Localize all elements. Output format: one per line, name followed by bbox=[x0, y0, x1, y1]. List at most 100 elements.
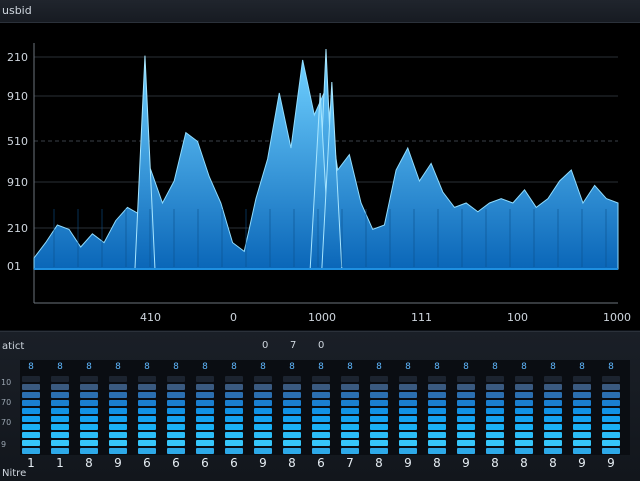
meter-channel-top-label: 8 bbox=[86, 362, 92, 372]
meter-segment bbox=[399, 432, 417, 438]
meter-segment bbox=[428, 432, 446, 438]
meter-segment bbox=[138, 448, 156, 454]
meter-segment bbox=[399, 424, 417, 430]
meter-segment bbox=[515, 392, 533, 398]
y-tick-label: 510 bbox=[7, 135, 28, 148]
meter-segment bbox=[167, 448, 185, 454]
meter-segment bbox=[399, 376, 417, 382]
title-bar: usbid bbox=[0, 0, 640, 23]
meter-channel-top-label: 8 bbox=[608, 362, 614, 372]
meter-channel-bottom-label: 8 bbox=[549, 456, 557, 470]
meter-segment bbox=[486, 392, 504, 398]
meter-segment bbox=[486, 448, 504, 454]
meter-segment bbox=[225, 408, 243, 414]
meter-channel-top-label: 8 bbox=[434, 362, 440, 372]
meter-segment bbox=[80, 424, 98, 430]
meter-segment bbox=[312, 408, 330, 414]
meter-segment bbox=[370, 448, 388, 454]
meter-segment bbox=[225, 424, 243, 430]
meter-channel-top-label: 8 bbox=[115, 362, 121, 372]
meter-top-number-2: 0 bbox=[318, 340, 325, 351]
meter-channel-bottom-label: 8 bbox=[85, 456, 93, 470]
meter-segment bbox=[51, 416, 69, 422]
meter-segment bbox=[225, 440, 243, 446]
meter-segment bbox=[254, 392, 272, 398]
meter-segment bbox=[22, 424, 40, 430]
meter-channel-bottom-label: 9 bbox=[259, 456, 267, 470]
meter-segment bbox=[283, 424, 301, 430]
meter-segment bbox=[196, 400, 214, 406]
meter-segment bbox=[225, 448, 243, 454]
spectrum-chart-panel: 210 910 510 910 210 01 410 0 1000 111 100 1000 bbox=[0, 23, 640, 330]
meter-segment bbox=[22, 408, 40, 414]
meter-segment bbox=[283, 376, 301, 382]
meter-segment bbox=[283, 384, 301, 390]
meter-segment bbox=[283, 400, 301, 406]
meter-channel-top-label: 8 bbox=[144, 362, 150, 372]
meter-channel-top-label: 8 bbox=[347, 362, 353, 372]
meter-segment bbox=[602, 416, 620, 422]
meter-channel-bottom-label: 8 bbox=[520, 456, 528, 470]
meter-segment bbox=[196, 384, 214, 390]
meter-segment bbox=[486, 424, 504, 430]
meter-segment bbox=[312, 392, 330, 398]
meter-segment bbox=[196, 424, 214, 430]
meter-segment bbox=[573, 416, 591, 422]
meter-segment bbox=[51, 432, 69, 438]
meter-segment bbox=[573, 400, 591, 406]
window-title: usbid bbox=[2, 4, 32, 17]
meter-segment bbox=[312, 400, 330, 406]
meter-segment bbox=[399, 440, 417, 446]
meter-segment bbox=[80, 392, 98, 398]
meter-segment bbox=[109, 392, 127, 398]
meter-segment bbox=[312, 376, 330, 382]
meter-segment bbox=[544, 384, 562, 390]
x-tick-label: 410 bbox=[140, 311, 161, 324]
meter-segment bbox=[428, 440, 446, 446]
meter-segment bbox=[225, 432, 243, 438]
meter-segment bbox=[486, 384, 504, 390]
meter-channel-top-label: 8 bbox=[405, 362, 411, 372]
meter-segment bbox=[254, 416, 272, 422]
meter-segment bbox=[167, 440, 185, 446]
meter-segment bbox=[283, 416, 301, 422]
meter-channel-bottom-label: 6 bbox=[230, 456, 238, 470]
meter-segment bbox=[167, 424, 185, 430]
spectrum-peak bbox=[134, 55, 156, 270]
meter-side-tick: 70 bbox=[1, 398, 12, 407]
meter-segment bbox=[80, 408, 98, 414]
meter-segment bbox=[167, 384, 185, 390]
meter-segment bbox=[428, 416, 446, 422]
meter-segment bbox=[80, 432, 98, 438]
meter-segment bbox=[573, 376, 591, 382]
meter-segment bbox=[283, 432, 301, 438]
meter-segment bbox=[167, 432, 185, 438]
meter-segment bbox=[80, 400, 98, 406]
meter-segment bbox=[370, 392, 388, 398]
meter-segment bbox=[225, 416, 243, 422]
meter-channel-top-label: 8 bbox=[231, 362, 237, 372]
meter-segment bbox=[254, 424, 272, 430]
meter-segment bbox=[138, 424, 156, 430]
meter-channel-bottom-label: 7 bbox=[346, 456, 354, 470]
meter-segment bbox=[22, 432, 40, 438]
meter-segment bbox=[341, 416, 359, 422]
meter-segment bbox=[573, 424, 591, 430]
meter-segment bbox=[341, 400, 359, 406]
meter-segment bbox=[544, 376, 562, 382]
meter-segment bbox=[544, 400, 562, 406]
meter-channel-top-label: 8 bbox=[550, 362, 556, 372]
meter-side-tick: 10 bbox=[1, 378, 12, 387]
meter-segment bbox=[370, 408, 388, 414]
meter-segment bbox=[167, 400, 185, 406]
meter-segment bbox=[109, 408, 127, 414]
meter-segment bbox=[196, 408, 214, 414]
meter-segment bbox=[341, 432, 359, 438]
meter-segment bbox=[22, 376, 40, 382]
meter-segment bbox=[486, 408, 504, 414]
meter-segment bbox=[80, 376, 98, 382]
meter-segment bbox=[283, 392, 301, 398]
meter-segment bbox=[602, 392, 620, 398]
y-tick-label: 910 bbox=[7, 176, 28, 189]
meter-segment bbox=[167, 376, 185, 382]
